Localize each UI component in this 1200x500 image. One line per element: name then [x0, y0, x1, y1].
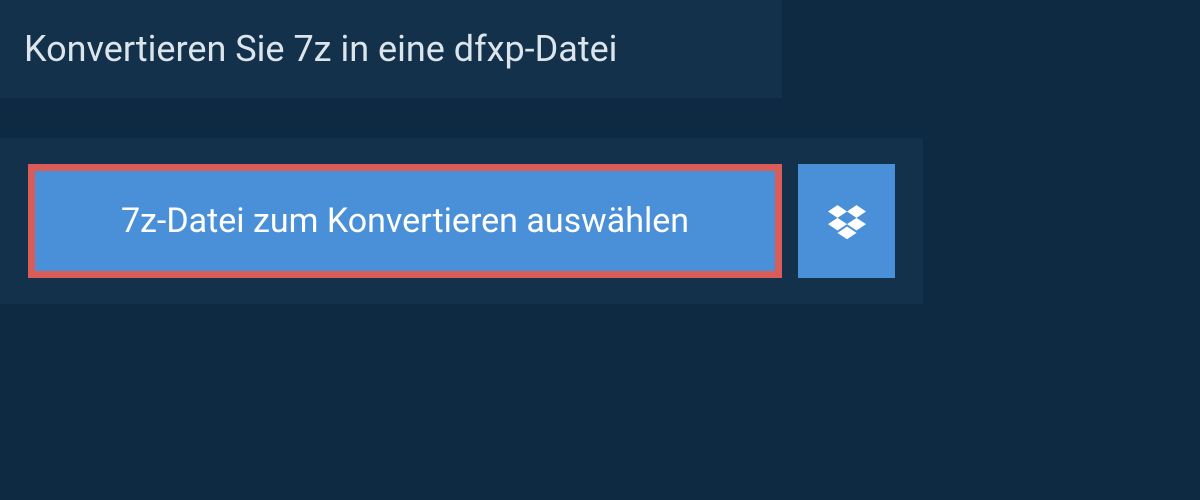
header-bar: Konvertieren Sie 7z in eine dfxp-Datei [0, 0, 782, 98]
action-panel: 7z-Datei zum Konvertieren auswählen [0, 138, 923, 304]
select-file-label: 7z-Datei zum Konvertieren auswählen [121, 201, 689, 241]
page-title: Konvertieren Sie 7z in eine dfxp-Datei [24, 28, 758, 70]
dropbox-button[interactable] [798, 164, 895, 278]
dropbox-icon [828, 202, 866, 240]
select-file-button[interactable]: 7z-Datei zum Konvertieren auswählen [35, 171, 775, 271]
select-file-highlight: 7z-Datei zum Konvertieren auswählen [28, 164, 782, 278]
